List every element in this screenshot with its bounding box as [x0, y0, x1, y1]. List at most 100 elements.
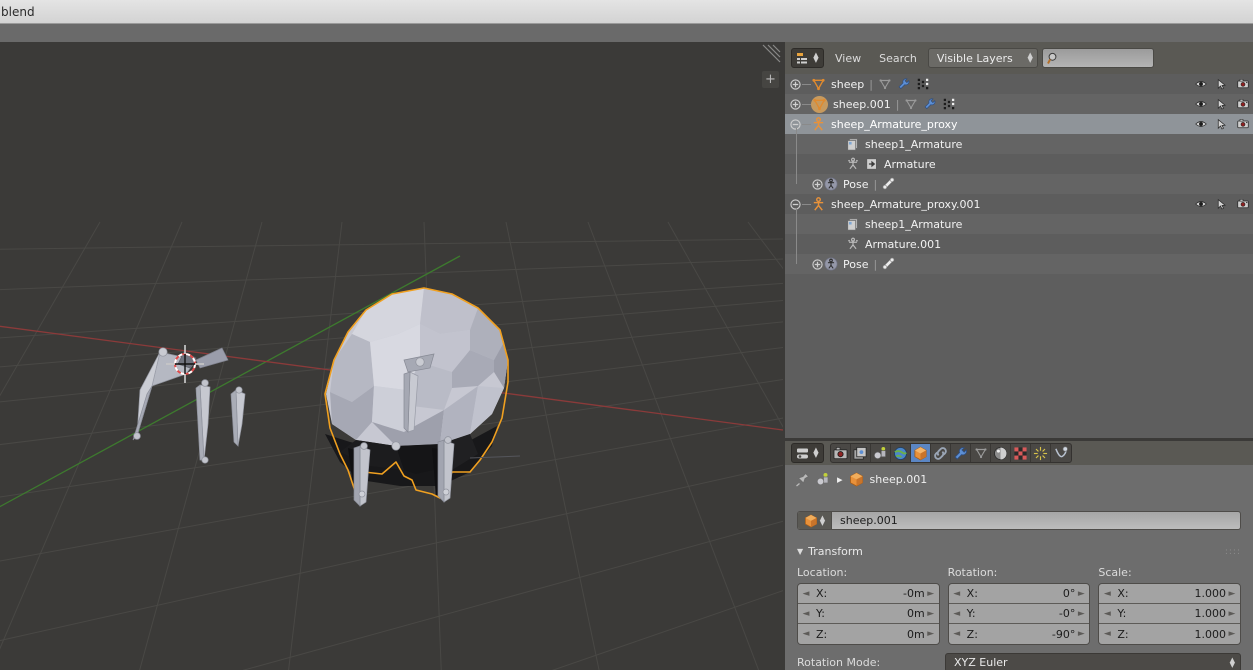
restrict-eye-icon-toggle[interactable]: [1190, 94, 1211, 114]
decrement-arrow-icon[interactable]: ◄: [1103, 609, 1111, 619]
tab-render[interactable]: [831, 444, 851, 462]
breadcrumb-object-name[interactable]: sheep.001: [870, 473, 928, 486]
restrict-eye-icon-toggle[interactable]: [1190, 114, 1211, 134]
viewport-scene: [0, 42, 783, 670]
tab-physics[interactable]: [1051, 444, 1071, 462]
properties-editor[interactable]: ▲ ▼ ▸ sheep.001 ▲ ▼ sheep.001 ▼ Transfor…: [785, 441, 1253, 670]
outliner-editor[interactable]: ▲ ▼ View Search Visible Layers ▲ ▼ sheep | s…: [785, 42, 1253, 438]
tab-texture[interactable]: [1011, 444, 1031, 462]
transform-field[interactable]: ◄ Z: 0m ►: [798, 624, 939, 644]
pin-icon[interactable]: [795, 472, 810, 487]
transform-field[interactable]: ◄ Y: 0m ►: [798, 604, 939, 624]
scene-icon[interactable]: [816, 472, 831, 487]
decrement-arrow-icon[interactable]: ◄: [953, 609, 961, 619]
wrench-modifier-icon-wrap[interactable]: [923, 97, 937, 111]
expand-toggle-plus-icon[interactable]: [811, 178, 824, 191]
library-file-icon-wrap: [846, 217, 860, 231]
increment-arrow-icon[interactable]: ►: [927, 589, 935, 599]
object-name-field[interactable]: ▲ ▼ sheep.001: [797, 511, 1241, 530]
panel-grip-icon[interactable]: ::::: [1225, 547, 1241, 557]
properties-tab-strip[interactable]: [830, 443, 1072, 463]
transform-field[interactable]: ◄ Z: -90° ►: [948, 624, 1090, 644]
restrict-camera-icon-toggle[interactable]: [1232, 94, 1253, 114]
vertex-group-icon-wrap[interactable]: [916, 77, 930, 91]
outliner-row-label: sheep_Armature_proxy.001: [831, 197, 981, 211]
tab-particles[interactable]: [1031, 444, 1051, 462]
transform-field[interactable]: ◄ X: -0m ►: [798, 584, 939, 604]
outliner-row[interactable]: Armature.001: [785, 234, 1253, 254]
decrement-arrow-icon[interactable]: ◄: [1103, 589, 1111, 599]
transform-field[interactable]: ◄ X: 1.000 ►: [1099, 584, 1241, 604]
restrict-camera-icon-toggle[interactable]: [1232, 114, 1253, 134]
increment-arrow-icon[interactable]: ►: [1077, 609, 1085, 619]
viewport-toolshelf-toggle[interactable]: +: [762, 71, 779, 88]
restrict-cursor-arrow-icon-toggle[interactable]: [1211, 94, 1232, 114]
transform-panel-header[interactable]: ▼ Transform ::::: [785, 541, 1253, 562]
transform-field[interactable]: ◄ X: 0° ►: [948, 584, 1090, 604]
increment-arrow-icon[interactable]: ►: [1228, 589, 1236, 599]
increment-arrow-icon[interactable]: ►: [1228, 609, 1236, 619]
expand-toggle-plus-icon[interactable]: [811, 258, 824, 271]
outliner-row[interactable]: sheep_Armature_proxy: [785, 114, 1253, 134]
scene-icon: [873, 446, 886, 459]
tab-object-data[interactable]: [971, 444, 991, 462]
menu-view[interactable]: View: [828, 50, 868, 67]
outliner-row[interactable]: sheep.001 |: [785, 94, 1253, 114]
outliner-row[interactable]: sheep_Armature_proxy.001: [785, 194, 1253, 214]
decrement-arrow-icon[interactable]: ◄: [953, 589, 961, 599]
decrement-arrow-icon[interactable]: ◄: [802, 629, 810, 639]
restrict-eye-icon-toggle[interactable]: [1190, 74, 1211, 94]
expand-toggle-plus-icon[interactable]: [789, 78, 802, 91]
tab-constraints[interactable]: [931, 444, 951, 462]
outliner-row[interactable]: Pose |: [785, 174, 1253, 194]
expand-toggle-plus-icon[interactable]: [789, 98, 802, 111]
bone-icon-wrap[interactable]: [882, 177, 896, 191]
restrict-camera-icon-toggle[interactable]: [1232, 194, 1253, 214]
tab-render-layers[interactable]: [851, 444, 871, 462]
restrict-eye-icon-toggle[interactable]: [1190, 194, 1211, 214]
viewport-resize-grip-icon[interactable]: [759, 44, 781, 66]
restrict-cursor-arrow-icon-toggle[interactable]: [1211, 74, 1232, 94]
wrench-modifier-icon-wrap[interactable]: [897, 77, 911, 91]
decrement-arrow-icon[interactable]: ◄: [802, 609, 810, 619]
transform-field[interactable]: ◄ Y: -0° ►: [948, 604, 1090, 624]
mesh-data-icon-wrap[interactable]: [904, 97, 918, 111]
increment-arrow-icon[interactable]: ►: [1228, 629, 1236, 639]
tab-modifiers[interactable]: [951, 444, 971, 462]
row-divider: |: [873, 177, 878, 191]
restrict-cursor-arrow-icon-toggle[interactable]: [1211, 114, 1232, 134]
outliner-row[interactable]: Pose |: [785, 254, 1253, 274]
increment-arrow-icon[interactable]: ►: [1077, 629, 1085, 639]
tab-material[interactable]: [991, 444, 1011, 462]
tab-object[interactable]: [911, 444, 931, 462]
outliner-row[interactable]: Armature: [785, 154, 1253, 174]
bone-icon-wrap[interactable]: [882, 257, 896, 271]
rotation-mode-dropdown[interactable]: XYZ Euler ▲ ▼: [945, 653, 1241, 670]
transform-field[interactable]: ◄ Z: 1.000 ►: [1099, 624, 1241, 644]
restrict-camera-icon-toggle[interactable]: [1232, 74, 1253, 94]
outliner-row[interactable]: sheep |: [785, 74, 1253, 94]
decrement-arrow-icon[interactable]: ◄: [953, 629, 961, 639]
display-mode-dropdown[interactable]: Visible Layers ▲ ▼: [927, 48, 1038, 68]
properties-editor-type-button[interactable]: ▲ ▼: [791, 443, 824, 463]
tab-world[interactable]: [891, 444, 911, 462]
outliner-search-input[interactable]: [1041, 48, 1154, 68]
vertex-group-icon-wrap[interactable]: [942, 97, 956, 111]
outliner-row[interactable]: sheep1_Armature: [785, 134, 1253, 154]
object-cube-icon[interactable]: [849, 472, 864, 487]
outliner-tree[interactable]: sheep | sheep.001 | sheep_Armature_proxy shee…: [785, 74, 1253, 274]
transform-column-heading: Rotation:: [947, 566, 998, 579]
increment-arrow-icon[interactable]: ►: [927, 629, 935, 639]
restrict-cursor-arrow-icon-toggle[interactable]: [1211, 194, 1232, 214]
mesh-data-icon-wrap[interactable]: [878, 77, 892, 91]
decrement-arrow-icon[interactable]: ◄: [802, 589, 810, 599]
transform-field[interactable]: ◄ Y: 1.000 ►: [1099, 604, 1241, 624]
3d-viewport[interactable]: +: [0, 42, 783, 670]
outliner-editor-type-button[interactable]: ▲ ▼: [791, 48, 824, 68]
increment-arrow-icon[interactable]: ►: [927, 609, 935, 619]
tab-scene[interactable]: [871, 444, 891, 462]
increment-arrow-icon[interactable]: ►: [1077, 589, 1085, 599]
decrement-arrow-icon[interactable]: ◄: [1103, 629, 1111, 639]
menu-search[interactable]: Search: [872, 50, 924, 67]
outliner-row[interactable]: sheep1_Armature: [785, 214, 1253, 234]
